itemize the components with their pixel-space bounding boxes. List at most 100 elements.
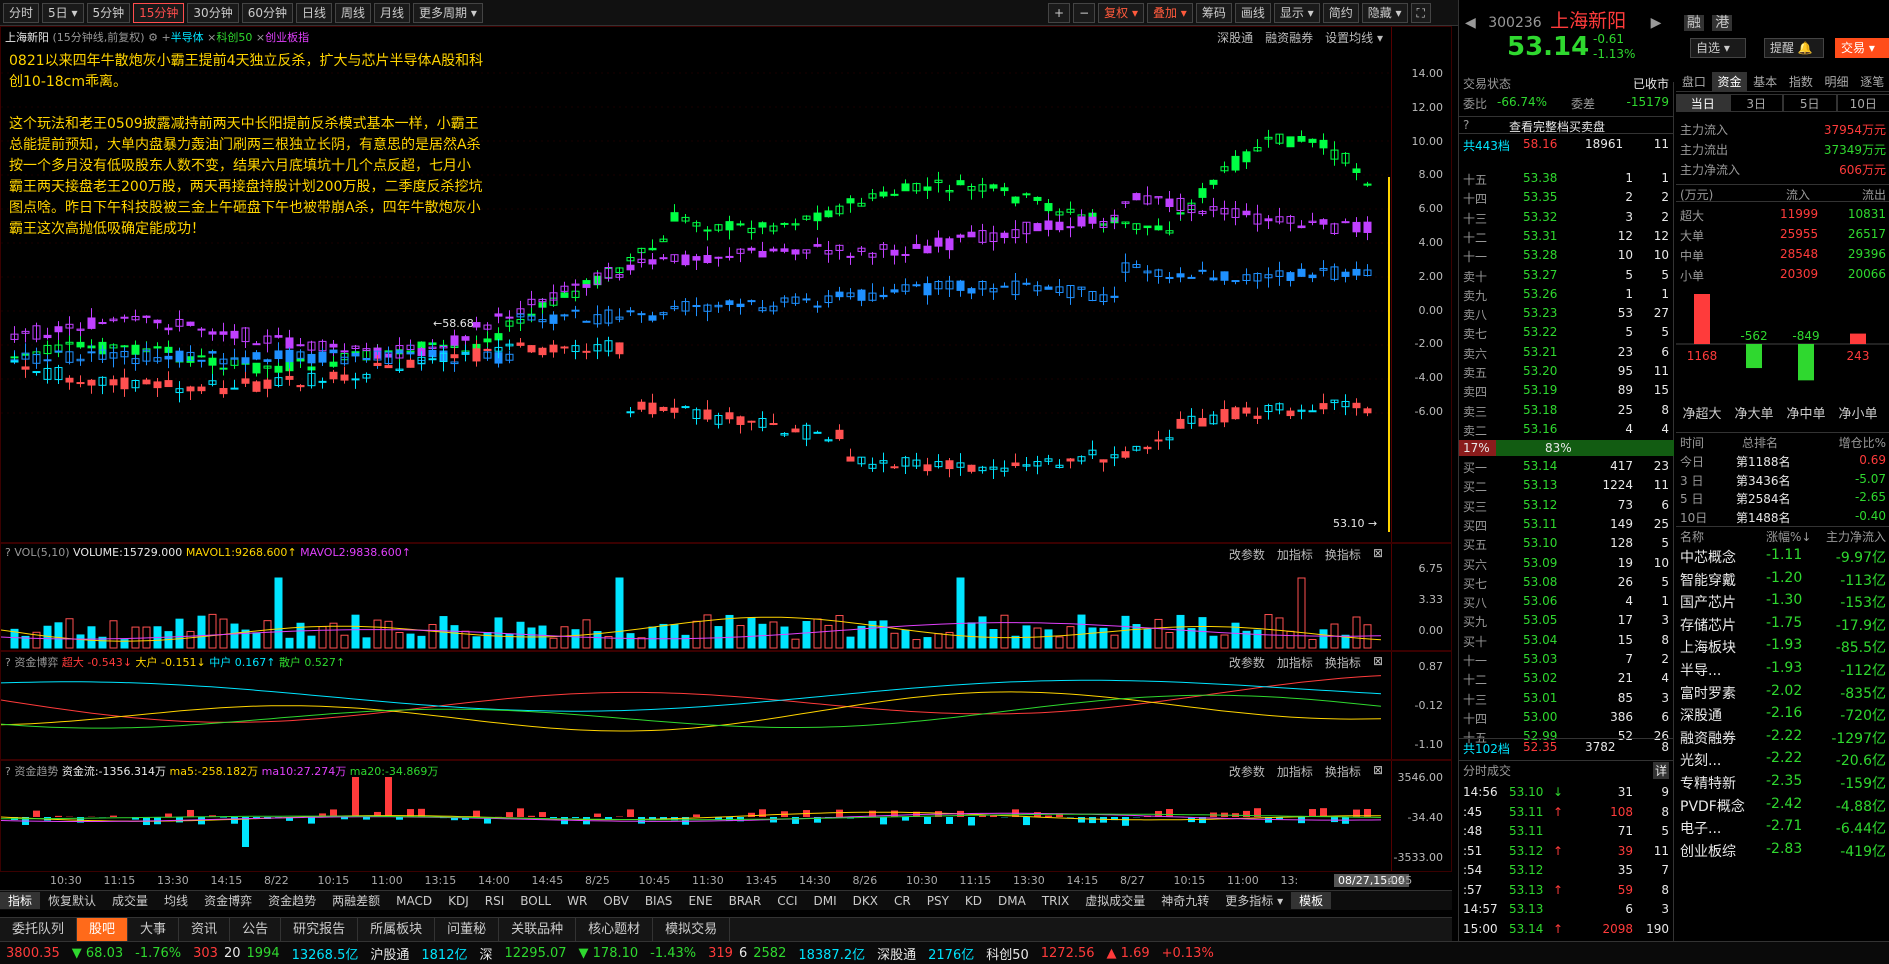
order-book-row[interactable]: 卖十 53.27 5 5 (1459, 267, 1673, 285)
indicator-tab[interactable]: 资金趋势 (260, 892, 324, 909)
indicator-tab[interactable]: OBV (595, 894, 637, 908)
indicator-tab[interactable]: KDJ (440, 894, 477, 908)
sector-row[interactable]: 创业板综 -2.83 -419亿 (1676, 840, 1889, 860)
sector-row[interactable]: 半导... -1.93 -112亿 (1676, 659, 1889, 679)
order-book-row[interactable]: 卖三 53.18 25 8 (1459, 402, 1673, 420)
bottom-tab[interactable]: 委托队列 (0, 917, 78, 942)
order-book-row[interactable]: 买六 53.09 19 10 (1459, 555, 1673, 573)
indicator-tab[interactable]: BRAR (721, 894, 770, 908)
indicator-tab[interactable]: BOLL (512, 894, 559, 908)
sector-row[interactable]: 国产芯片 -1.30 -153亿 (1676, 591, 1889, 611)
tool-button[interactable]: 复权 ▾ (1098, 3, 1144, 23)
indicator-tab[interactable]: 成交量 (104, 892, 156, 909)
sgt-label[interactable]: 深股通 (871, 944, 922, 963)
order-book-row[interactable]: 十四 53.00 386 6 (1459, 709, 1673, 727)
sh-index[interactable]: 3800.35 (0, 946, 66, 961)
indicator-tab[interactable]: 两融差额 (324, 892, 388, 909)
indicator-tab[interactable]: ENE (680, 894, 720, 908)
fullscreen-icon[interactable]: ⛶ (1410, 3, 1431, 23)
order-book-row[interactable]: 卖四 53.19 89 15 (1459, 382, 1673, 400)
hgt-label[interactable]: 沪股通 (364, 944, 415, 963)
sz-index[interactable]: 12295.07 (498, 946, 572, 961)
indicator-tab[interactable]: DMI (806, 894, 845, 908)
bottom-tab[interactable]: 核心题材 (576, 917, 654, 942)
day-tab[interactable]: 3日 (1729, 94, 1783, 112)
order-book-row[interactable]: 十五 53.38 1 1 (1459, 170, 1673, 188)
indicator-tab[interactable]: 神奇九转 (1153, 892, 1217, 909)
period-button[interactable]: 5日 ▾ (42, 2, 84, 23)
order-book-row[interactable]: 卖五 53.20 95 11 (1459, 363, 1673, 381)
ticks-detail-button[interactable]: 详 (1652, 762, 1669, 779)
indicator-tab[interactable]: 恢复默认 (40, 892, 104, 909)
indicator-tab[interactable]: BIAS (637, 894, 681, 908)
sector-row[interactable]: 专精特新 -2.35 -159亿 (1676, 772, 1889, 792)
bottom-tab[interactable]: 所属板块 (358, 917, 436, 942)
fund-tab[interactable]: 资金 (1711, 72, 1748, 91)
time-axis[interactable]: 10:30 11:15 13:30 14:15 8/22 10:15 11:00 13:15 1… (0, 872, 1452, 890)
order-book-row[interactable]: 买九 53.05 17 3 (1459, 612, 1673, 630)
indicator-tab[interactable]: MACD (388, 894, 440, 908)
sector-row[interactable]: PVDF概念 -2.42 -4.88亿 (1676, 795, 1889, 815)
order-book-row[interactable]: 买四 53.11 149 25 (1459, 516, 1673, 534)
bottom-tab[interactable]: 大事 (128, 917, 180, 942)
kline-pane[interactable]: 上海新阳 (15分钟线,前复权) ⚙ +半导体 ×科创50 ×创业板指 深股通 … (0, 26, 1452, 543)
order-book-row[interactable]: 买五 53.10 128 5 (1459, 535, 1673, 553)
tool-button[interactable]: 画线 (1234, 3, 1271, 23)
bottom-tab[interactable]: 公告 (230, 917, 282, 942)
indicator-tab[interactable]: DKX (845, 894, 886, 908)
volume-pane[interactable]: ? VOL(5,10) VOLUME:15729.000 MAVOL1:9268… (0, 543, 1452, 651)
indicator-tab[interactable]: WR (559, 894, 595, 908)
kc50-label[interactable]: 科创50 (980, 944, 1035, 963)
full-book-row[interactable]: ? 查看完整档买卖盘 (1459, 116, 1673, 134)
indicator-tab[interactable]: RSI (477, 894, 513, 908)
next-stock-icon[interactable]: ▶ (1651, 15, 1662, 31)
order-book-row[interactable]: 买八 53.06 4 1 (1459, 593, 1673, 611)
order-book-row[interactable]: 十三 53.01 85 3 (1459, 690, 1673, 708)
indicator-tab[interactable]: 指标 (0, 892, 41, 909)
sz-label[interactable]: 深 (473, 944, 498, 963)
order-book-row[interactable]: 卖九 53.26 1 1 (1459, 286, 1673, 304)
period-button[interactable]: 日线 (295, 2, 332, 23)
tool-button[interactable]: 隐藏 ▾ (1361, 3, 1408, 23)
prev-stock-icon[interactable]: ◀ (1465, 15, 1476, 31)
bottom-tab[interactable]: 股吧 (77, 917, 129, 942)
bottom-tab[interactable]: 问董秘 (435, 917, 500, 942)
period-button[interactable]: 更多周期 ▾ (413, 2, 483, 23)
sector-row[interactable]: 深股通 -2.16 -720亿 (1676, 704, 1889, 724)
fund-tab[interactable]: 明细 (1819, 72, 1855, 91)
period-button[interactable]: 周线 (335, 2, 372, 23)
sector-row[interactable]: 上海板块 -1.93 -85.5亿 (1676, 636, 1889, 656)
indicator-tab[interactable]: PSY (919, 894, 957, 908)
order-book-row[interactable]: 卖六 53.21 23 6 (1459, 344, 1673, 362)
sector-row[interactable]: 融资融券 -2.22 -1297亿 (1676, 727, 1889, 747)
trade-button[interactable]: 交易 ▾ (1835, 38, 1889, 58)
order-book-row[interactable]: 买十 53.04 15 8 (1459, 632, 1673, 650)
indicator-tab[interactable]: DMA (990, 894, 1034, 908)
bottom-tab[interactable]: 关联品种 (499, 917, 577, 942)
order-book-row[interactable]: 十三 53.32 3 2 (1459, 209, 1673, 227)
kline-chart[interactable] (1, 27, 1393, 544)
fund-game-pane[interactable]: ? 资金博弈 超大 -0.543↓ 大户 -0.151↓ 中户 0.167↑ 散… (0, 651, 1452, 760)
zoom-in-button[interactable]: + (1048, 3, 1071, 23)
bottom-tab[interactable]: 模拟交易 (653, 917, 731, 942)
period-button[interactable]: 月线 (374, 2, 411, 23)
fund-tab[interactable]: 盘口 (1676, 72, 1712, 91)
day-tab[interactable]: 10日 (1836, 94, 1889, 112)
sector-row[interactable]: 中芯概念 -1.11 -9.97亿 (1676, 546, 1889, 566)
fund-trend-pane[interactable]: ? 资金趋势 资金流:-1356.314万 ma5:-258.182万 ma10… (0, 760, 1452, 872)
indicator-tab[interactable]: 均线 (156, 892, 196, 909)
period-button[interactable]: 60分钟 (241, 2, 293, 23)
period-button[interactable]: 15分钟 (133, 2, 185, 23)
sector-row[interactable]: 电子... -2.71 -6.44亿 (1676, 817, 1889, 837)
indicator-tab[interactable]: TRIX (1034, 894, 1077, 908)
watchlist-button[interactable]: 自选 ▾ (1690, 38, 1746, 58)
order-book-row[interactable]: 十一 53.28 10 10 (1459, 247, 1673, 265)
order-book-row[interactable]: 买一 53.14 417 23 (1459, 458, 1673, 476)
fund-tab[interactable]: 指数 (1783, 72, 1819, 91)
fund-tab[interactable]: 基本 (1747, 72, 1783, 91)
indicator-tab[interactable]: CCI (769, 894, 805, 908)
tool-button[interactable]: 简约 (1322, 3, 1359, 23)
order-book-row[interactable]: 十二 53.31 12 12 (1459, 228, 1673, 246)
indicator-tab[interactable]: 虚拟成交量 (1077, 892, 1153, 909)
indicator-tab[interactable]: 更多指标 ▾ (1217, 892, 1291, 909)
